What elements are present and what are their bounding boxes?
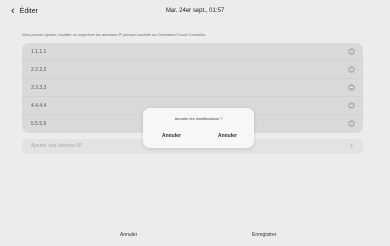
ip-address: 4.4.4.4 <box>31 103 47 109</box>
page-title: Mar. 24er sept., 01:57 <box>165 8 225 14</box>
ip-list-item[interactable]: 3.3.3.3 <box>22 79 363 97</box>
dialog-message: Annuler les modifications ? <box>174 116 223 121</box>
dialog-cancel-button[interactable]: Annuler <box>162 133 181 139</box>
ip-address: 1.1.1.1 <box>31 49 47 55</box>
cancel-button[interactable]: Annuler <box>120 232 137 238</box>
plus-icon[interactable]: + <box>349 141 354 151</box>
remove-icon[interactable] <box>348 66 355 73</box>
dialog-confirm-button[interactable]: Annuler <box>218 133 237 139</box>
remove-icon[interactable] <box>348 84 355 91</box>
ip-address: 5.5.5.5 <box>31 121 47 127</box>
ip-address: 3.3.3.3 <box>31 85 47 91</box>
remove-icon[interactable] <box>348 48 355 55</box>
add-ip-placeholder: Ajouter une adresse IP <box>31 143 82 149</box>
remove-icon[interactable] <box>348 102 355 109</box>
ip-address: 2.2.2.2 <box>31 67 47 73</box>
confirm-dialog: Annuler les modifications ? Annuler Annu… <box>143 108 254 148</box>
save-button[interactable]: Enregistrer <box>252 232 276 238</box>
footer-bar: Annuler Enregistrer <box>0 228 390 246</box>
remove-icon[interactable] <box>348 120 355 127</box>
description-text: Vous pouvez ajouter, modifier ou supprim… <box>22 33 207 37</box>
ip-list-item[interactable]: 1.1.1.1 <box>22 43 363 61</box>
header-bar: ‹ Éditer Mar. 24er sept., 01:57 <box>0 0 390 22</box>
ip-list-item[interactable]: 2.2.2.2 <box>22 61 363 79</box>
